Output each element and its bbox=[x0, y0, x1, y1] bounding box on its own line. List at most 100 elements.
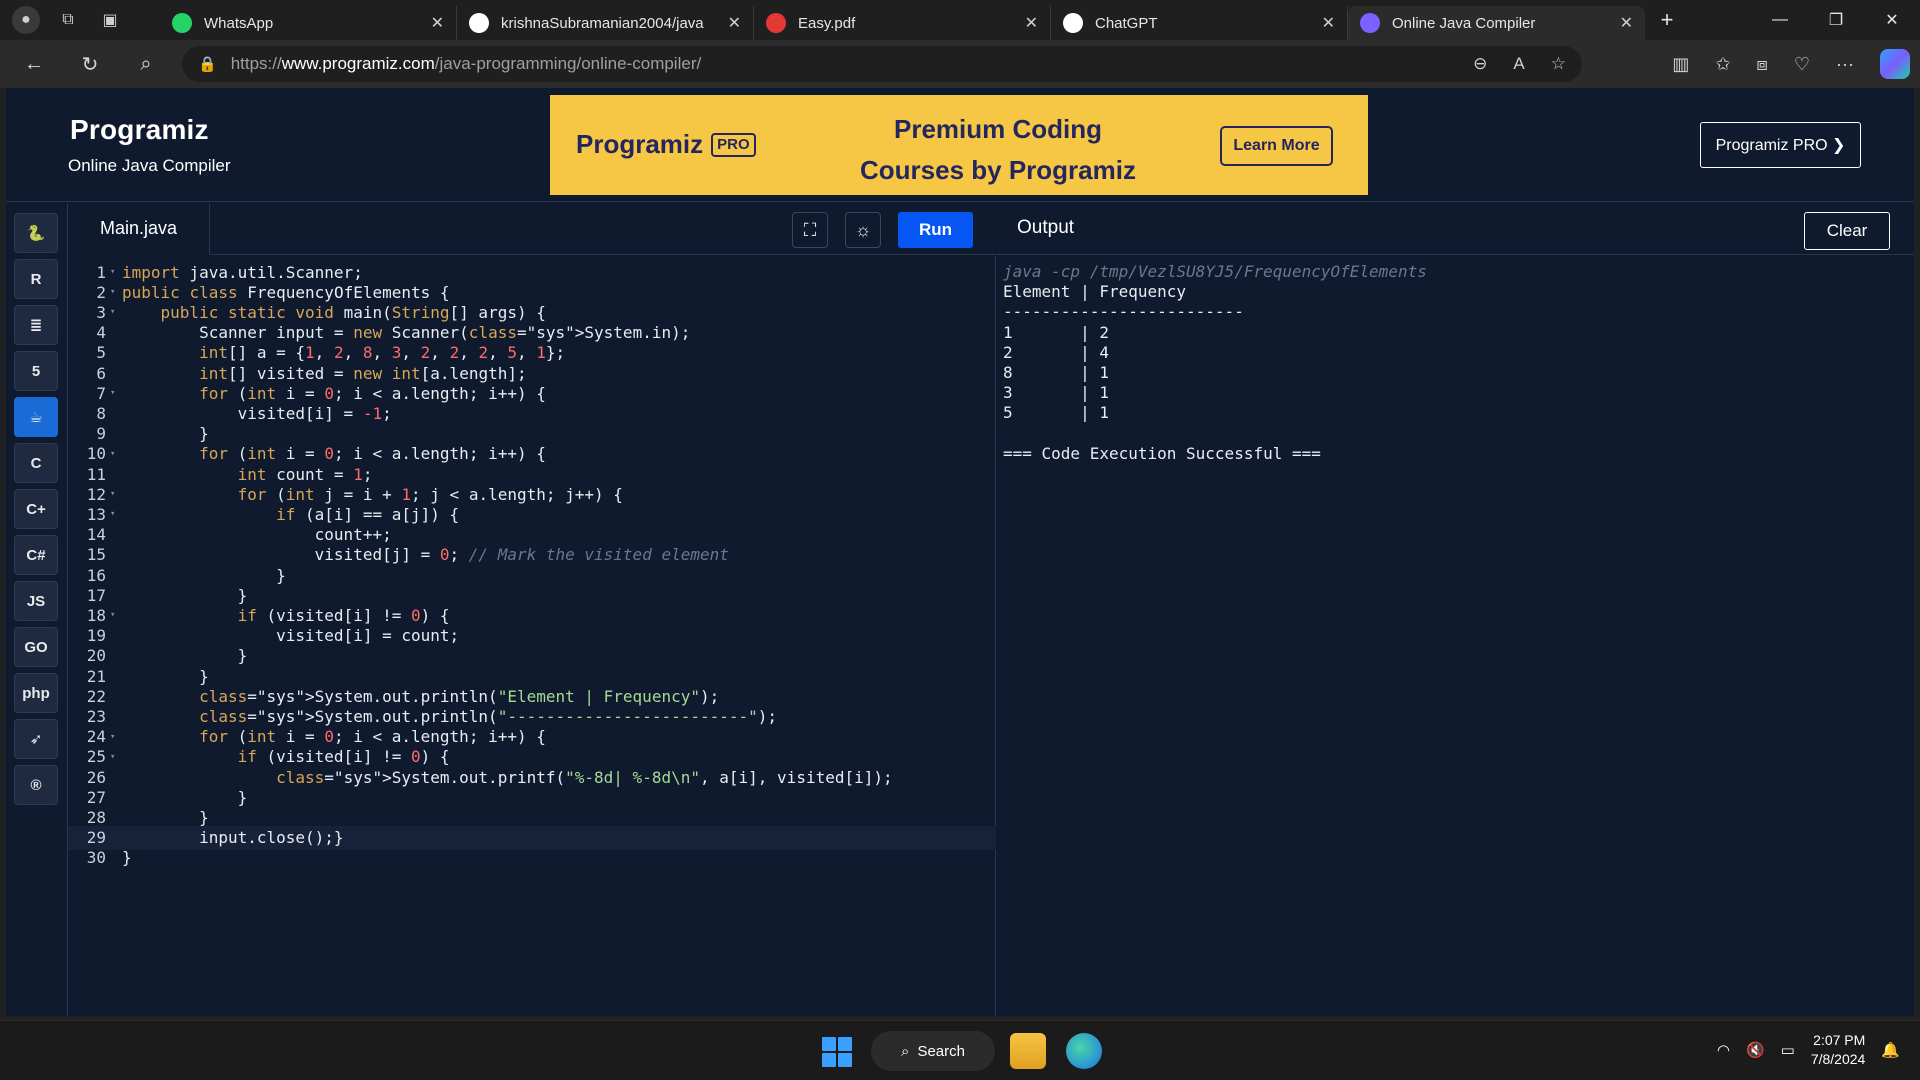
fold-arrow-icon[interactable]: ▾ bbox=[110, 509, 122, 519]
split-screen-icon[interactable]: ▥ bbox=[1672, 54, 1689, 75]
clock-time: 2:07 PM bbox=[1813, 1032, 1866, 1048]
file-explorer-icon[interactable] bbox=[1010, 1033, 1046, 1069]
banner-logo-text: Programiz bbox=[576, 129, 704, 159]
tab-actions-icon[interactable]: ▣ bbox=[96, 6, 124, 34]
close-window-button[interactable]: ✕ bbox=[1864, 0, 1920, 40]
fold-arrow-icon[interactable]: ▾ bbox=[110, 267, 122, 277]
c-icon[interactable]: C bbox=[14, 443, 58, 483]
editor-toolbar: Main.java ⛶ ☼ Run bbox=[68, 203, 996, 255]
programiz-page: Programiz Online Java Compiler Programiz… bbox=[6, 88, 1914, 1016]
sql-icon[interactable]: ≣ bbox=[14, 305, 58, 345]
cpp-icon[interactable]: C+ bbox=[14, 489, 58, 529]
url-bar[interactable]: 🔒 https://www.programiz.com/java-program… bbox=[182, 46, 1582, 82]
browser-tab-title: WhatsApp bbox=[204, 14, 274, 32]
fold-arrow-icon[interactable]: ▾ bbox=[110, 489, 122, 499]
edge-browser-icon[interactable] bbox=[1066, 1033, 1102, 1069]
minimize-button[interactable]: — bbox=[1752, 0, 1808, 40]
close-tab-icon[interactable]: ✕ bbox=[1322, 13, 1335, 33]
r-icon[interactable]: R bbox=[14, 259, 58, 299]
lock-icon[interactable]: 🔒 bbox=[198, 55, 217, 73]
code-text: class="sys">System.out.printf("%-8d| %-8… bbox=[276, 767, 893, 787]
close-tab-icon[interactable]: ✕ bbox=[728, 13, 741, 33]
wifi-icon[interactable]: ◠ bbox=[1717, 1041, 1730, 1059]
browser-tab-title: Easy.pdf bbox=[798, 14, 856, 32]
new-tab-button[interactable]: + bbox=[1645, 3, 1689, 37]
theme-toggle-icon[interactable]: ☼ bbox=[845, 212, 881, 248]
banner-line-2: Courses by Programiz bbox=[860, 155, 1136, 185]
fold-arrow-icon[interactable]: ▾ bbox=[110, 449, 122, 459]
windows-start-icon[interactable] bbox=[822, 1037, 852, 1067]
code-editor[interactable]: 1 ▾ import java.util.Scanner; 2 ▾ public clas… bbox=[68, 256, 996, 1016]
search-icon[interactable]: ⌕ bbox=[124, 46, 168, 82]
browser-tab[interactable]: Easy.pdf ✕ bbox=[754, 6, 1051, 40]
code-text: } bbox=[122, 848, 132, 868]
fold-arrow-icon[interactable]: ▾ bbox=[110, 307, 122, 317]
fold-arrow-icon[interactable]: ▾ bbox=[110, 388, 122, 398]
programiz-logo[interactable]: Programiz bbox=[70, 114, 209, 146]
tab-bar-left-tools: ● ⧉ ▣ bbox=[0, 6, 160, 34]
line-number: 6 bbox=[96, 363, 106, 383]
code-line[interactable]: 30} bbox=[68, 846, 996, 870]
zoom-icon[interactable]: ⊖ bbox=[1473, 54, 1487, 74]
favorites-icon[interactable]: ✩ bbox=[1715, 54, 1730, 75]
rust-icon[interactable]: ® bbox=[14, 765, 58, 805]
java-icon[interactable]: ☕ bbox=[14, 397, 58, 437]
line-number: 23 bbox=[86, 706, 106, 726]
browser-essentials-icon[interactable]: ♡ bbox=[1794, 54, 1810, 75]
fold-arrow-icon[interactable]: ▾ bbox=[110, 752, 122, 762]
favorite-star-icon[interactable]: ☆ bbox=[1551, 54, 1566, 74]
browser-tab[interactable]: WhatsApp ✕ bbox=[160, 6, 457, 40]
code-text: int[] a = {1, 2, 8, 3, 2, 2, 2, 5, 1}; bbox=[199, 343, 566, 363]
browser-tab[interactable]: Online Java Compiler ✕ bbox=[1348, 6, 1645, 40]
file-tab-main-java[interactable]: Main.java bbox=[68, 203, 210, 255]
output-console[interactable]: java -cp /tmp/VezlSU8YJ5/FrequencyOfElem… bbox=[997, 256, 1914, 1016]
workspaces-icon[interactable]: ⧉ bbox=[54, 6, 82, 34]
copilot-icon[interactable] bbox=[1880, 49, 1910, 79]
close-tab-icon[interactable]: ✕ bbox=[1025, 13, 1038, 33]
notification-bell-icon[interactable]: 🔔 bbox=[1881, 1041, 1900, 1059]
close-tab-icon[interactable]: ✕ bbox=[431, 13, 444, 33]
swift-icon[interactable]: ➶ bbox=[14, 719, 58, 759]
programiz-pro-button[interactable]: Programiz PRO ❯ bbox=[1700, 122, 1861, 168]
run-button[interactable]: Run bbox=[898, 212, 973, 248]
php-icon[interactable]: php bbox=[14, 673, 58, 713]
taskbar-search-button[interactable]: ⌕ Search bbox=[871, 1031, 995, 1071]
learn-more-button[interactable]: Learn More bbox=[1220, 126, 1333, 166]
close-tab-icon[interactable]: ✕ bbox=[1620, 13, 1633, 33]
volume-muted-icon[interactable]: 🔇 bbox=[1746, 1041, 1765, 1059]
back-button[interactable]: ← bbox=[12, 46, 56, 82]
browser-tab[interactable]: krishnaSubramanian2004/java ✕ bbox=[457, 6, 754, 40]
restore-button[interactable]: ❐ bbox=[1808, 0, 1864, 40]
promo-banner[interactable]: Programiz PRO Premium Coding Courses by … bbox=[550, 95, 1368, 195]
address-bar-row: ← ↻ ⌕ 🔒 https://www.programiz.com/java-p… bbox=[0, 40, 1920, 88]
battery-icon[interactable]: ▭ bbox=[1781, 1041, 1795, 1059]
collections-icon[interactable]: ⧈ bbox=[1756, 54, 1767, 75]
python-icon[interactable]: 🐍 bbox=[14, 213, 58, 253]
line-number: 8 bbox=[96, 403, 106, 423]
refresh-button[interactable]: ↻ bbox=[68, 46, 112, 82]
code-text: count++; bbox=[122, 525, 392, 545]
code-text: } bbox=[122, 565, 286, 585]
code-text: visited[i] = count; bbox=[122, 626, 460, 646]
banner-headline: Premium Coding Courses by Programiz bbox=[818, 109, 1178, 191]
profile-icon[interactable]: ● bbox=[12, 6, 40, 34]
window-controls: — ❐ ✕ bbox=[1752, 0, 1920, 40]
go-icon[interactable]: GO bbox=[14, 627, 58, 667]
js-icon[interactable]: JS bbox=[14, 581, 58, 621]
fold-arrow-icon[interactable]: ▾ bbox=[110, 610, 122, 620]
url-text[interactable]: https://www.programiz.com/java-programmi… bbox=[231, 54, 702, 74]
more-options-icon[interactable]: ··· bbox=[1836, 54, 1854, 75]
pdf-icon bbox=[766, 13, 786, 33]
browser-tab[interactable]: ChatGPT ✕ bbox=[1051, 6, 1348, 40]
read-aloud-icon[interactable]: A bbox=[1513, 54, 1524, 74]
browser-tab-title: Online Java Compiler bbox=[1392, 14, 1536, 32]
fullscreen-icon[interactable]: ⛶ bbox=[792, 212, 828, 248]
clear-button[interactable]: Clear bbox=[1804, 212, 1890, 250]
clock[interactable]: 2:07 PM 7/8/2024 bbox=[1811, 1031, 1866, 1069]
pro-badge: PRO bbox=[711, 132, 756, 157]
fold-arrow-icon[interactable]: ▾ bbox=[110, 732, 122, 742]
fold-arrow-icon[interactable]: ▾ bbox=[110, 287, 122, 297]
html-icon[interactable]: 5 bbox=[14, 351, 58, 391]
output-line: === Code Execution Successful === bbox=[1003, 443, 1321, 463]
csharp-icon[interactable]: C# bbox=[14, 535, 58, 575]
